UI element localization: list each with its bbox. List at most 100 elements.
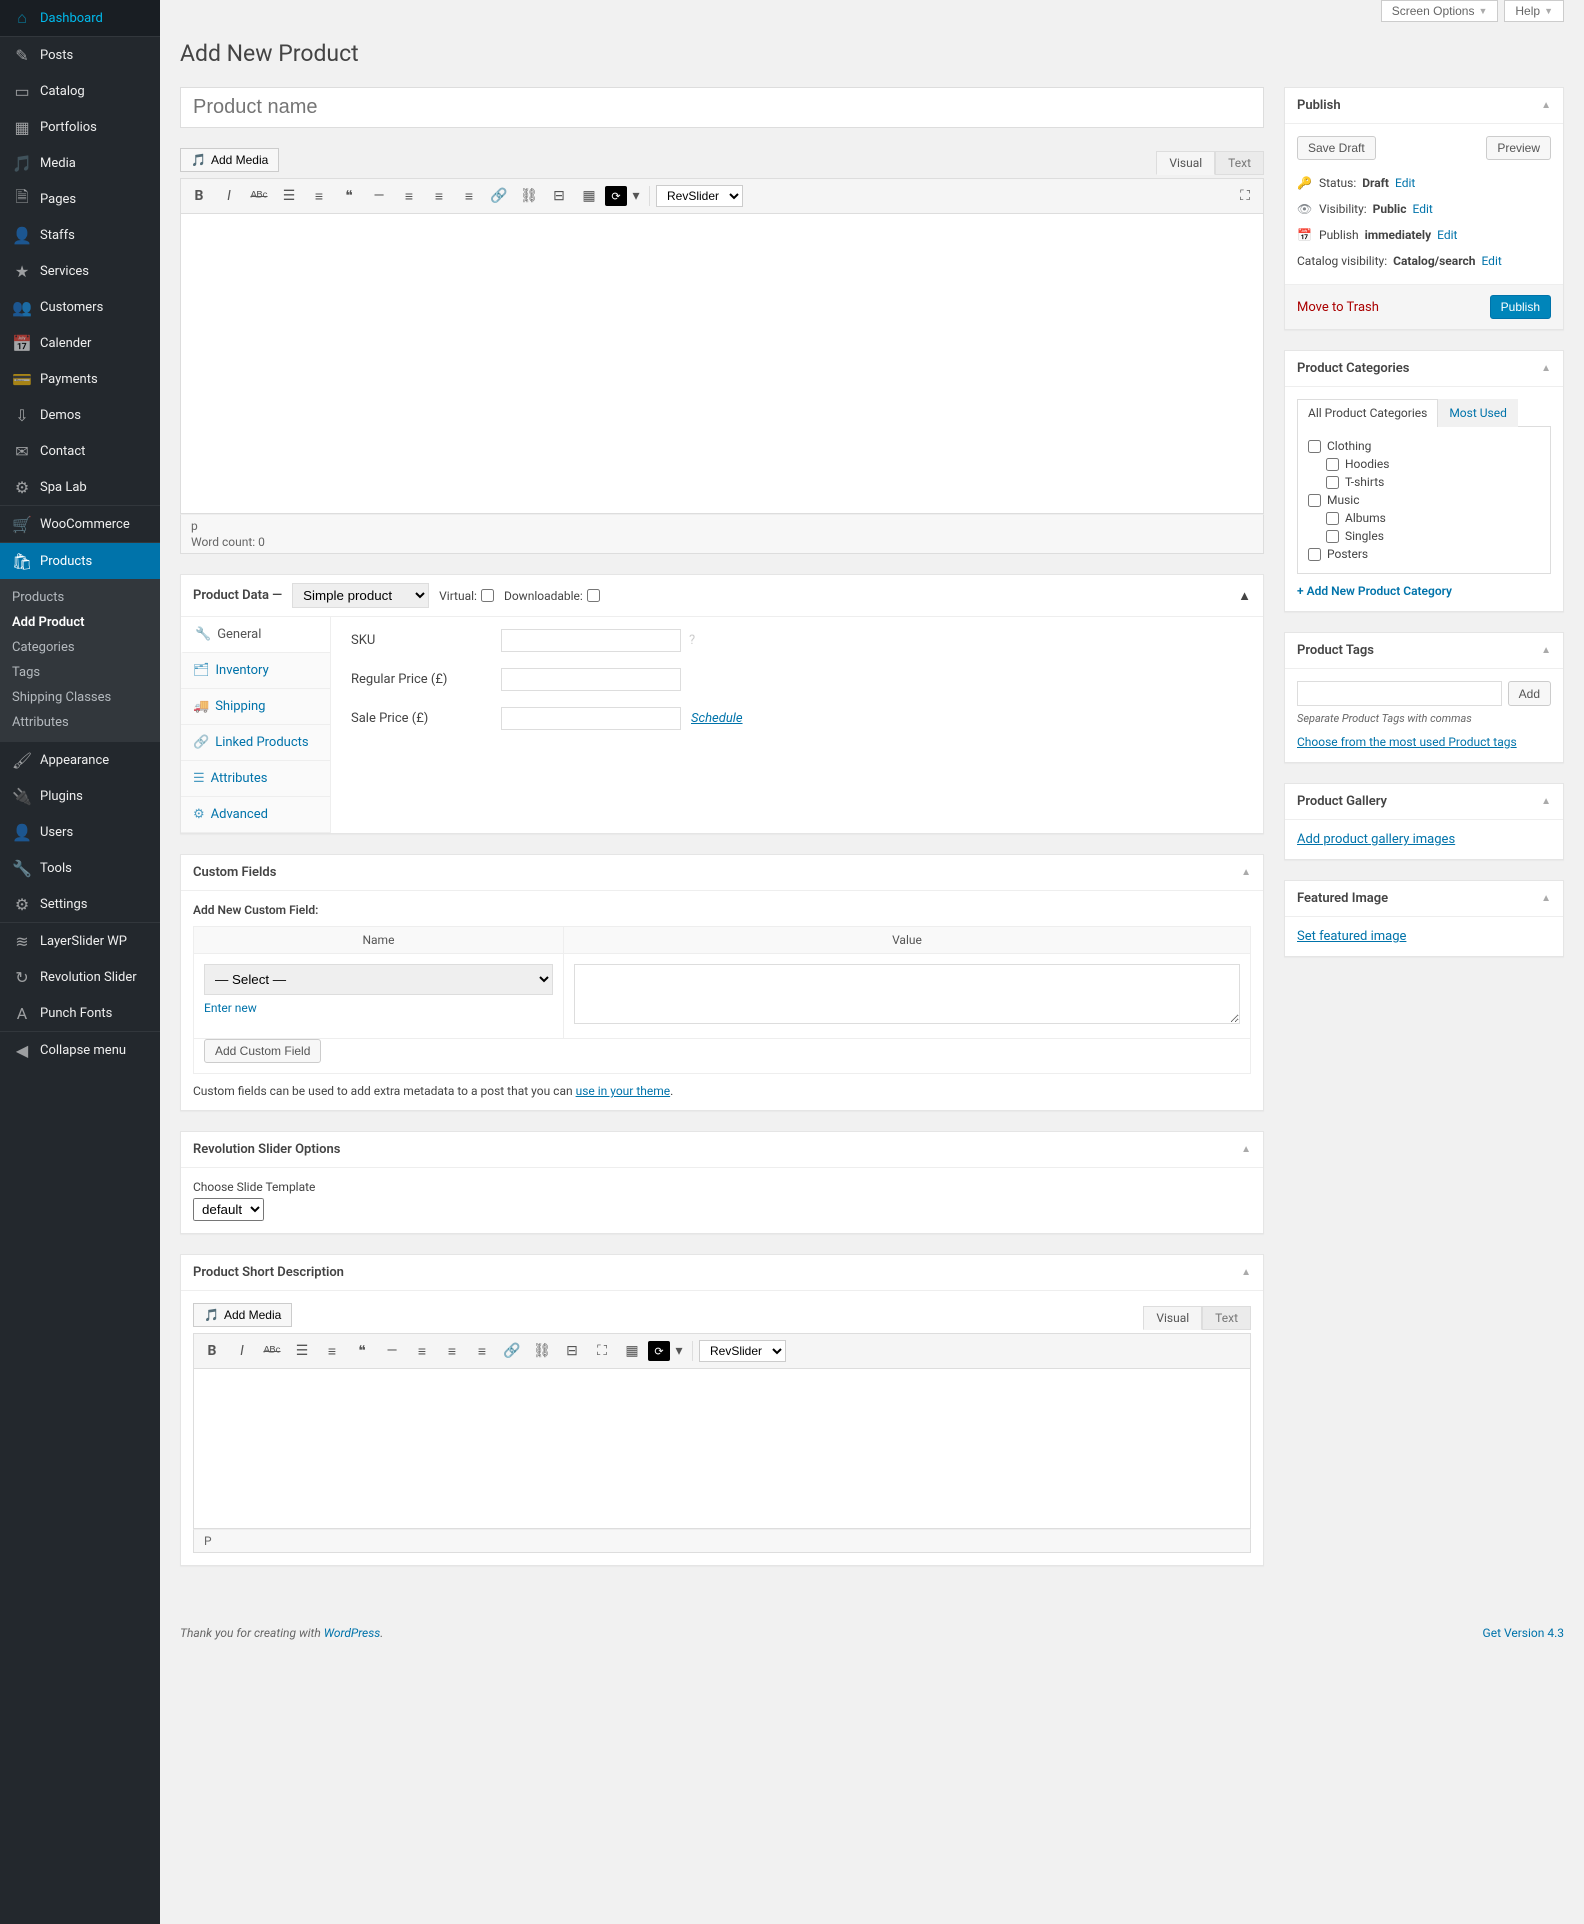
hr-button[interactable]: — — [378, 1338, 406, 1364]
menu-item-spa-lab[interactable]: ⚙Spa Lab — [0, 469, 160, 505]
submenu-item-products[interactable]: Products — [0, 585, 160, 610]
ol-button[interactable]: ≡ — [318, 1338, 346, 1364]
category-checkbox[interactable] — [1326, 512, 1339, 525]
cf-help-link[interactable]: use in your theme — [576, 1084, 671, 1098]
edit-publish-link[interactable]: Edit — [1437, 228, 1457, 242]
menu-item-customers[interactable]: 👥Customers — [0, 289, 160, 325]
collapse-icon[interactable]: ▲ — [1541, 796, 1551, 807]
pd-tab-linked-products[interactable]: 🔗Linked Products — [181, 725, 330, 761]
category-checkbox[interactable] — [1308, 440, 1321, 453]
slide-template-select[interactable]: default — [193, 1198, 264, 1221]
revslider-select[interactable]: RevSlider — [656, 185, 743, 207]
more-button[interactable]: ⊟ — [545, 183, 573, 209]
all-categories-tab[interactable]: All Product Categories — [1297, 399, 1438, 427]
bold-button[interactable]: B — [185, 183, 213, 209]
collapse-icon[interactable]: ▲ — [1541, 645, 1551, 656]
submenu-item-attributes[interactable]: Attributes — [0, 710, 160, 735]
menu-item-settings[interactable]: ⚙Settings — [0, 886, 160, 922]
collapse-icon[interactable]: ▲ — [1241, 1144, 1251, 1155]
preview-button[interactable]: Preview — [1486, 136, 1551, 160]
publish-button[interactable]: Publish — [1490, 295, 1551, 319]
submenu-item-categories[interactable]: Categories — [0, 635, 160, 660]
menu-item-layerslider-wp[interactable]: ≋LayerSlider WP — [0, 923, 160, 959]
add-media-button-2[interactable]: 🎵Add Media — [193, 1303, 292, 1327]
menu-item-users[interactable]: 👤Users — [0, 814, 160, 850]
align-left-button[interactable]: ≡ — [408, 1338, 436, 1364]
menu-item-catalog[interactable]: ▭Catalog — [0, 73, 160, 109]
fullscreen-button[interactable]: ⛶ — [1231, 183, 1259, 209]
menu-item-punch-fonts[interactable]: APunch Fonts — [0, 995, 160, 1031]
collapse-icon[interactable]: ▲ — [1241, 867, 1251, 878]
most-used-tab[interactable]: Most Used — [1438, 399, 1518, 427]
submenu-item-add-product[interactable]: Add Product — [0, 610, 160, 635]
menu-item-tools[interactable]: 🔧Tools — [0, 850, 160, 886]
quote-button[interactable]: ❝ — [335, 183, 363, 209]
revslider-select-2[interactable]: RevSlider — [699, 1340, 786, 1362]
cf-value-textarea[interactable] — [574, 964, 1240, 1024]
product-type-select[interactable]: Simple product — [292, 583, 429, 608]
virtual-checkbox[interactable] — [481, 589, 494, 602]
menu-item-demos[interactable]: ⇩Demos — [0, 397, 160, 433]
quote-button[interactable]: ❝ — [348, 1338, 376, 1364]
link-button[interactable]: 🔗 — [485, 183, 513, 209]
edit-visibility-link[interactable]: Edit — [1412, 202, 1432, 216]
help-button[interactable]: Help▼ — [1504, 0, 1564, 22]
set-featured-image-link[interactable]: Set featured image — [1297, 929, 1406, 944]
product-name-input[interactable] — [180, 87, 1264, 128]
collapse-icon[interactable]: ▲ — [1541, 100, 1551, 111]
text-tab-2[interactable]: Text — [1202, 1306, 1251, 1330]
visual-tab-2[interactable]: Visual — [1143, 1306, 1202, 1330]
align-right-button[interactable]: ≡ — [468, 1338, 496, 1364]
pd-tab-inventory[interactable]: 🗂Inventory — [181, 653, 330, 689]
regular-price-input[interactable] — [501, 668, 681, 691]
strike-button[interactable]: ᴬᴮᶜ — [258, 1338, 286, 1364]
ul-button[interactable]: ☰ — [275, 183, 303, 209]
screen-options-button[interactable]: Screen Options▼ — [1381, 0, 1499, 22]
pd-tab-advanced[interactable]: ⚙Advanced — [181, 797, 330, 833]
menu-item-contact[interactable]: ✉Contact — [0, 433, 160, 469]
collapse-icon[interactable]: ▲ — [1238, 588, 1251, 604]
align-right-button[interactable]: ≡ — [455, 183, 483, 209]
menu-item-appearance[interactable]: 🖌Appearance — [0, 742, 160, 778]
menu-item-posts[interactable]: ✎Posts — [0, 37, 160, 73]
menu-item-dashboard[interactable]: ⌂Dashboard — [0, 0, 160, 36]
link-button[interactable]: 🔗 — [498, 1338, 526, 1364]
hr-button[interactable]: — — [365, 183, 393, 209]
wordpress-link[interactable]: WordPress — [324, 1626, 381, 1640]
visual-tab[interactable]: Visual — [1156, 151, 1215, 175]
add-custom-field-button[interactable]: Add Custom Field — [204, 1039, 321, 1063]
fullscreen-button[interactable]: ⛶ — [588, 1338, 616, 1364]
version-link[interactable]: Get Version 4.3 — [1483, 1626, 1564, 1640]
save-draft-button[interactable]: Save Draft — [1297, 136, 1376, 160]
menu-item-portfolios[interactable]: ▦Portfolios — [0, 109, 160, 145]
pd-tab-attributes[interactable]: ☰Attributes — [181, 761, 330, 797]
cf-name-select[interactable]: — Select — — [204, 964, 553, 995]
move-to-trash-link[interactable]: Move to Trash — [1297, 300, 1379, 315]
short-desc-editor[interactable] — [193, 1369, 1251, 1529]
category-checkbox[interactable] — [1308, 494, 1321, 507]
menu-item-revolution-slider[interactable]: ↻Revolution Slider — [0, 959, 160, 995]
revslider-icon[interactable]: ⟳ — [648, 1341, 670, 1361]
tag-input[interactable] — [1297, 681, 1502, 706]
align-center-button[interactable]: ≡ — [425, 183, 453, 209]
category-checkbox[interactable] — [1326, 530, 1339, 543]
italic-button[interactable]: I — [215, 183, 243, 209]
menu-item-media[interactable]: 🎵Media — [0, 145, 160, 181]
cf-enter-new-link[interactable]: Enter new — [204, 1001, 257, 1015]
downloadable-checkbox[interactable] — [587, 589, 600, 602]
sku-input[interactable] — [501, 629, 681, 652]
menu-item-collapse-menu[interactable]: ◀Collapse menu — [0, 1032, 160, 1068]
menu-item-payments[interactable]: 💳Payments — [0, 361, 160, 397]
menu-item-services[interactable]: ★Services — [0, 253, 160, 289]
help-icon[interactable]: ? — [689, 633, 695, 648]
category-checkbox[interactable] — [1326, 476, 1339, 489]
submenu-item-tags[interactable]: Tags — [0, 660, 160, 685]
add-tag-button[interactable]: Add — [1508, 681, 1551, 706]
strike-button[interactable]: ᴬᴮᶜ — [245, 183, 273, 209]
unlink-button[interactable]: ⛓ — [515, 183, 543, 209]
edit-catalog-link[interactable]: Edit — [1481, 254, 1501, 268]
align-center-button[interactable]: ≡ — [438, 1338, 466, 1364]
add-media-button[interactable]: 🎵Add Media — [180, 148, 279, 172]
pd-tab-general[interactable]: 🔧General — [181, 617, 330, 653]
menu-item-calender[interactable]: 📅Calender — [0, 325, 160, 361]
